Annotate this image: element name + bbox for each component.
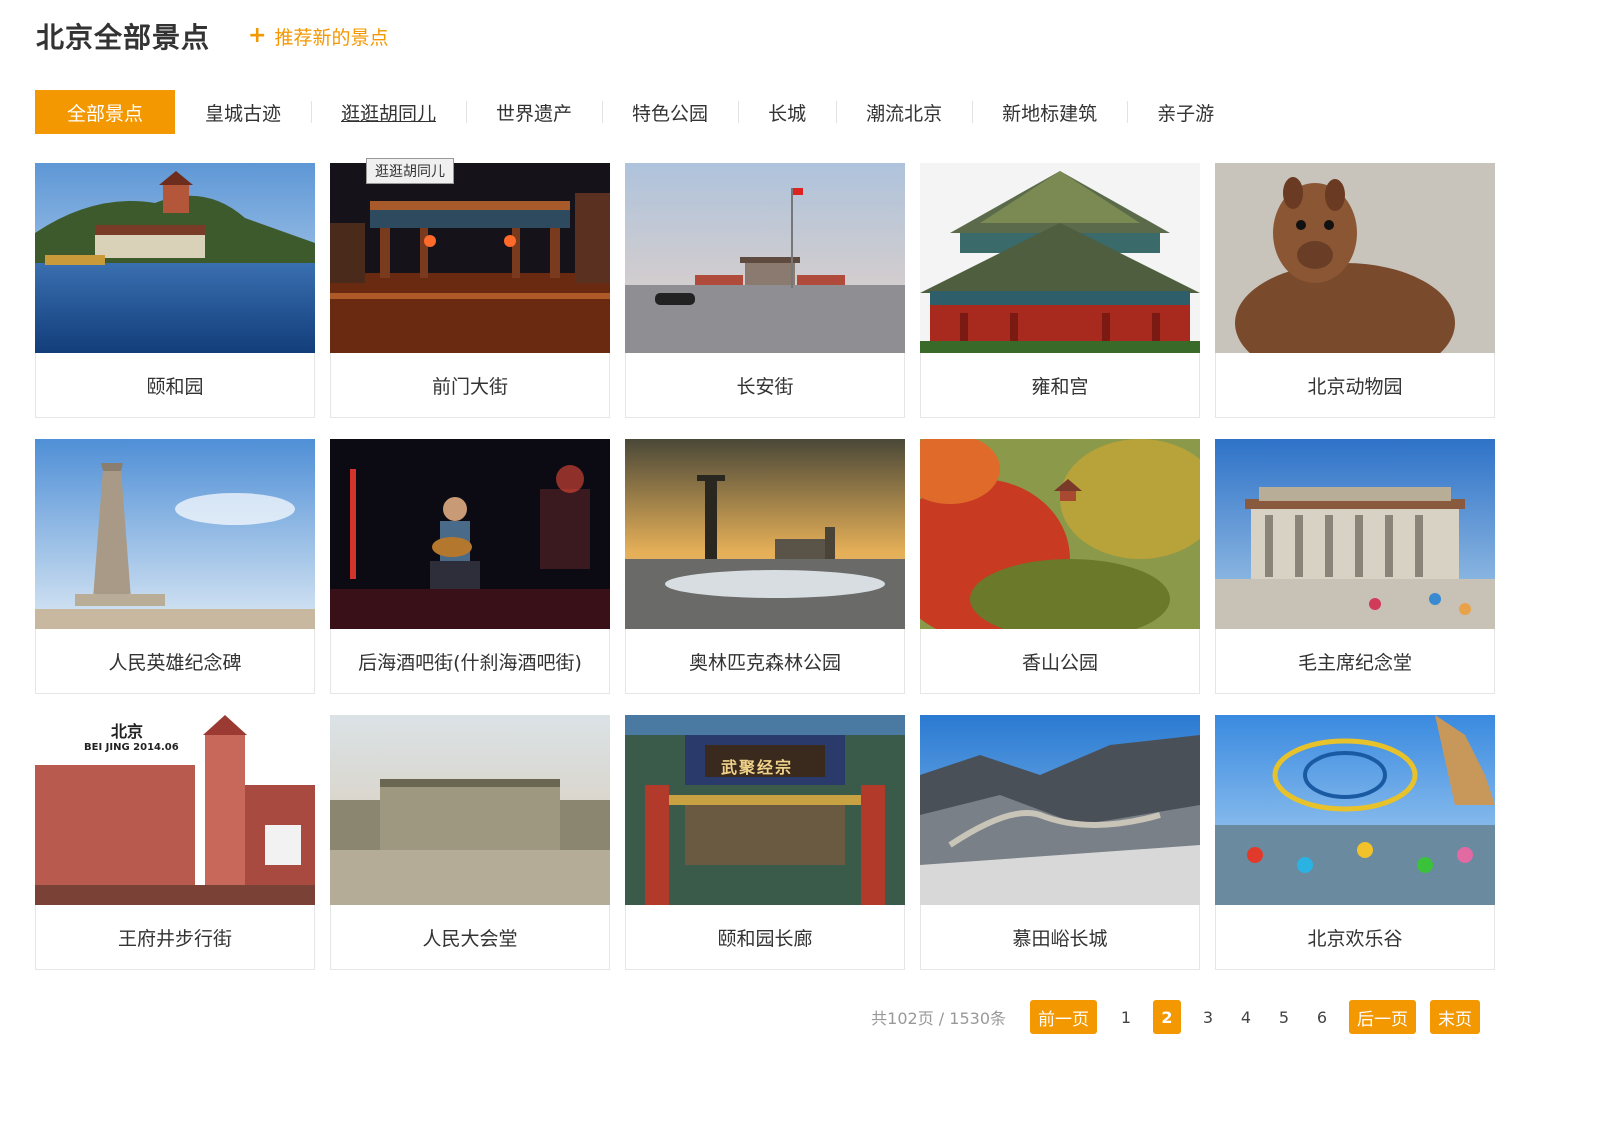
attraction-name[interactable]: 长安街 xyxy=(625,353,905,417)
attraction-card[interactable]: 人民大会堂 xyxy=(330,715,610,970)
attraction-name[interactable]: 毛主席纪念堂 xyxy=(1215,629,1495,693)
tab-label: 逛逛胡同儿 xyxy=(341,102,437,125)
attraction-name[interactable]: 慕田峪长城 xyxy=(920,905,1200,969)
tooltip: 逛逛胡同儿 xyxy=(366,158,454,184)
photo-caption: 北京 xyxy=(111,722,144,741)
attraction-photo[interactable] xyxy=(330,439,610,629)
attraction-card[interactable]: 慕田峪长城 xyxy=(920,715,1200,970)
attraction-name[interactable]: 人民英雄纪念碑 xyxy=(35,629,315,693)
attraction-photo[interactable] xyxy=(1215,715,1495,905)
attraction-photo[interactable] xyxy=(330,163,610,353)
attraction-name[interactable]: 颐和园 xyxy=(35,353,315,417)
tab-label: 全部景点 xyxy=(66,102,143,125)
attraction-card[interactable]: 雍和宫 xyxy=(920,163,1200,418)
attraction-name[interactable]: 颐和园长廊 xyxy=(625,905,905,969)
tab-1[interactable]: 皇城古迹 xyxy=(175,90,311,134)
attraction-name[interactable]: 奥林匹克森林公园 xyxy=(625,629,905,693)
photo-caption: 武聚经宗 xyxy=(721,758,794,777)
attraction-photo[interactable] xyxy=(35,439,315,629)
attraction-photo[interactable] xyxy=(1215,439,1495,629)
attraction-photo[interactable] xyxy=(330,715,610,905)
attraction-card[interactable]: 北京欢乐谷 xyxy=(1215,715,1495,970)
attraction-name[interactable]: 北京欢乐谷 xyxy=(1215,905,1495,969)
tab-label: 特色公园 xyxy=(632,102,709,125)
tab-3[interactable]: 世界遗产 xyxy=(466,90,602,134)
page-number[interactable]: 3 xyxy=(1189,1008,1227,1027)
pagination: 共102页 / 1530条 前一页 123456 后一页 末页 xyxy=(871,1000,1480,1034)
attraction-photo[interactable] xyxy=(625,715,905,905)
tab-label: 潮流北京 xyxy=(866,102,943,125)
page-summary: 共102页 / 1530条 xyxy=(871,1009,1006,1028)
attraction-photo[interactable] xyxy=(625,163,905,353)
tab-label: 皇城古迹 xyxy=(205,102,282,125)
attraction-card[interactable]: 北京 BEI JING 2014.06 王府井步行街 xyxy=(35,715,315,970)
category-tabs: 全部景点 皇城古迹 逛逛胡同儿 世界遗产 特色公园 长城 潮流北京 新地标建筑 亲子游 xyxy=(35,90,1244,134)
current-page-number[interactable]: 2 xyxy=(1153,1000,1181,1034)
attraction-name[interactable]: 香山公园 xyxy=(920,629,1200,693)
page-number-list: 123456 xyxy=(1097,1000,1349,1034)
attraction-card[interactable]: 北京动物园 xyxy=(1215,163,1495,418)
attraction-name[interactable]: 北京动物园 xyxy=(1215,353,1495,417)
tab-5[interactable]: 长城 xyxy=(738,90,836,134)
attraction-name[interactable]: 后海酒吧街(什刹海酒吧街) xyxy=(330,629,610,693)
tab-label: 长城 xyxy=(768,102,807,125)
attraction-name[interactable]: 王府井步行街 xyxy=(35,905,315,969)
plus-icon: + xyxy=(248,23,267,48)
page-number[interactable]: 6 xyxy=(1303,1008,1341,1027)
page-number[interactable]: 5 xyxy=(1265,1008,1303,1027)
tab-2[interactable]: 逛逛胡同儿 xyxy=(311,90,466,134)
attraction-card[interactable]: 后海酒吧街(什刹海酒吧街) xyxy=(330,439,610,694)
page-header: 北京全部景点 + 推荐新的景点 xyxy=(36,16,388,56)
attraction-name[interactable]: 雍和宫 xyxy=(920,353,1200,417)
recommend-label: 推荐新的景点 xyxy=(274,26,389,49)
page-number[interactable]: 1 xyxy=(1107,1008,1145,1027)
prev-page-button[interactable]: 前一页 xyxy=(1030,1000,1097,1034)
attraction-photo[interactable] xyxy=(920,715,1200,905)
attraction-card[interactable]: 前门大街 逛逛胡同儿 xyxy=(330,158,610,418)
recommend-attraction-link[interactable]: + 推荐新的景点 xyxy=(248,23,388,50)
attraction-photo[interactable] xyxy=(920,439,1200,629)
attraction-card[interactable]: 香山公园 xyxy=(920,439,1200,694)
tab-7[interactable]: 新地标建筑 xyxy=(972,90,1127,134)
attraction-photo[interactable] xyxy=(35,163,315,353)
tab-0[interactable]: 全部景点 xyxy=(35,90,175,134)
attraction-grid: 颐和园 前门大街 逛逛胡同儿 长安街 雍和宫 北京动物园 人民英雄纪念碑 后海酒… xyxy=(35,158,1495,970)
tab-label: 亲子游 xyxy=(1157,102,1215,125)
next-page-button[interactable]: 后一页 xyxy=(1349,1000,1416,1034)
tab-8[interactable]: 亲子游 xyxy=(1127,90,1244,134)
attraction-card[interactable]: 毛主席纪念堂 xyxy=(1215,439,1495,694)
tab-6[interactable]: 潮流北京 xyxy=(836,90,972,134)
last-page-button[interactable]: 末页 xyxy=(1430,1000,1480,1034)
attraction-name[interactable]: 前门大街 xyxy=(330,353,610,417)
attraction-photo[interactable] xyxy=(920,163,1200,353)
tab-label: 世界遗产 xyxy=(496,102,573,125)
attraction-photo[interactable] xyxy=(1215,163,1495,353)
tab-4[interactable]: 特色公园 xyxy=(602,90,738,134)
attraction-card[interactable]: 奥林匹克森林公园 xyxy=(625,439,905,694)
attraction-photo[interactable] xyxy=(625,439,905,629)
page-number[interactable]: 4 xyxy=(1227,1008,1265,1027)
attraction-card[interactable]: 长安街 xyxy=(625,163,905,418)
attraction-name[interactable]: 人民大会堂 xyxy=(330,905,610,969)
tab-label: 新地标建筑 xyxy=(1002,102,1098,125)
photo-caption: BEI JING 2014.06 xyxy=(84,742,179,753)
page-title: 北京全部景点 xyxy=(36,21,211,54)
attraction-card[interactable]: 人民英雄纪念碑 xyxy=(35,439,315,694)
attraction-card[interactable]: 武聚经宗颐和园长廊 xyxy=(625,715,905,970)
attraction-card[interactable]: 颐和园 xyxy=(35,163,315,418)
